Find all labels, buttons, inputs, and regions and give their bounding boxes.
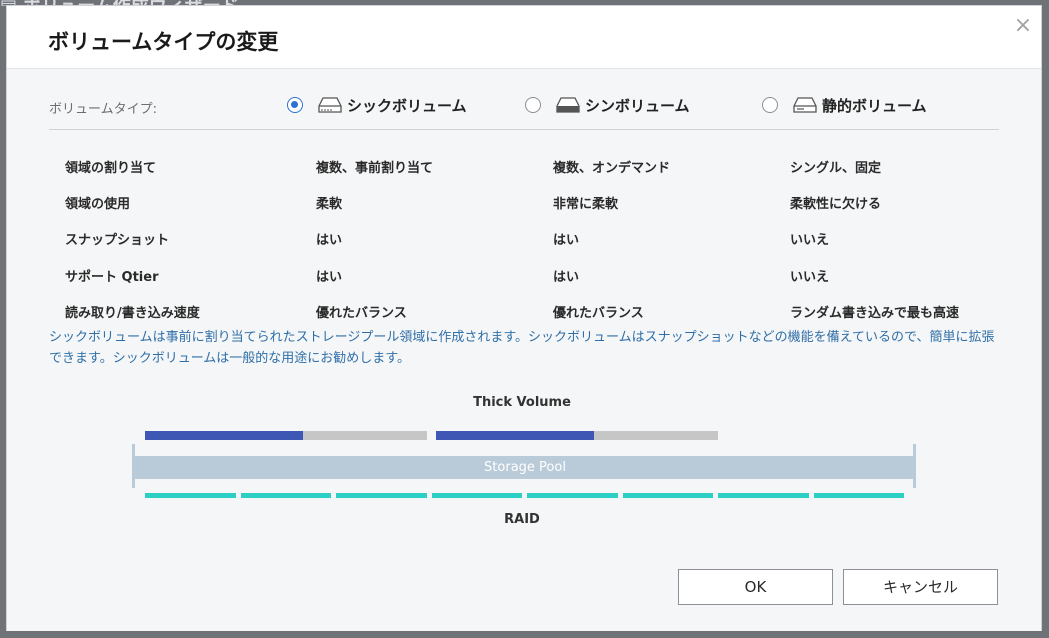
dialog-header: ボリュームタイプの変更 × [7, 6, 1041, 69]
thin-volume-icon [556, 97, 580, 113]
static-volume-radio[interactable] [762, 97, 778, 113]
diagram-volume-label: Thick Volume [473, 395, 571, 410]
thick-cell: はい [316, 270, 343, 285]
volume-used-bar [145, 431, 303, 440]
volume-free-bar [303, 431, 427, 440]
table-row: 領域の割り当て 複数、事前割り当て 複数、オンデマンド シングル、固定 [7, 157, 1041, 177]
option-thin-volume[interactable]: シンボリューム [525, 94, 690, 116]
volume-description: シックボリュームは事前に割り当てられたストレージプール領域に作成されます。シック… [49, 330, 995, 366]
thick-cell: 複数、事前割り当て [316, 161, 434, 176]
thick-cell: 優れたバランス [316, 306, 407, 321]
table-row: 読み取り/書き込み速度 優れたバランス 優れたバランス ランダム書き込みで最も高… [7, 302, 1041, 322]
feature-cell: 読み取り/書き込み速度 [65, 306, 200, 321]
thin-cell: 非常に柔軟 [553, 197, 619, 212]
static-cell: いいえ [790, 233, 830, 248]
raid-segment [527, 493, 618, 498]
thick-volume-icon [318, 97, 342, 113]
volume-used-bar [436, 431, 594, 440]
cancel-button[interactable]: キャンセル [843, 569, 998, 605]
thick-cell: 柔軟 [316, 197, 343, 212]
volume-type-label: ボリュームタイプ: [49, 102, 157, 117]
static-cell: ランダム書き込みで最も高速 [790, 306, 960, 321]
storage-pool-bar: Storage Pool [134, 456, 916, 479]
thin-cell: 優れたバランス [553, 306, 644, 321]
raid-label: RAID [504, 512, 540, 527]
close-icon[interactable]: × [1011, 14, 1035, 38]
dialog-body: ボリュームタイプ: シックボリューム シンボリューム 静的ボリューム 領域の割り… [7, 69, 1041, 631]
thin-cell: 複数、オンデマンド [553, 161, 671, 176]
feature-cell: スナップショット [65, 233, 170, 248]
static-volume-icon [793, 97, 817, 113]
ok-button[interactable]: OK [678, 569, 833, 605]
raid-segment [431, 493, 522, 498]
static-cell: シングル、固定 [790, 161, 882, 176]
change-volume-type-dialog: ボリュームタイプの変更 × ボリュームタイプ: シックボリューム シンボリューム [6, 5, 1042, 631]
table-row: サポート Qtier はい はい いいえ [7, 266, 1041, 286]
static-volume-label: 静的ボリューム [822, 96, 927, 115]
static-cell: いいえ [790, 270, 830, 285]
raid-segment [813, 493, 904, 498]
table-row: 領域の使用 柔軟 非常に柔軟 柔軟性に欠ける [7, 193, 1041, 213]
option-thick-volume[interactable]: シックボリューム [287, 94, 467, 116]
raid-segment [145, 493, 236, 498]
raid-segment [336, 493, 427, 498]
thick-cell: はい [316, 233, 343, 248]
static-cell: 柔軟性に欠ける [790, 197, 882, 212]
raid-segment [240, 493, 331, 498]
thin-volume-label: シンボリューム [585, 96, 690, 115]
thin-cell: はい [553, 270, 580, 285]
thick-volume-label: シックボリューム [347, 96, 467, 115]
option-static-volume[interactable]: 静的ボリューム [762, 94, 927, 116]
raid-segment [622, 493, 713, 498]
raid-segment [718, 493, 809, 498]
table-row: スナップショット はい はい いいえ [7, 229, 1041, 249]
feature-cell: サポート Qtier [65, 270, 159, 285]
thin-volume-radio[interactable] [525, 97, 541, 113]
volume-free-bar [594, 431, 718, 440]
thin-cell: はい [553, 233, 580, 248]
dialog-title: ボリュームタイプの変更 [48, 30, 279, 54]
thick-volume-radio[interactable] [287, 97, 303, 113]
options-divider [49, 129, 999, 130]
feature-cell: 領域の使用 [65, 197, 131, 212]
feature-cell: 領域の割り当て [65, 161, 157, 176]
